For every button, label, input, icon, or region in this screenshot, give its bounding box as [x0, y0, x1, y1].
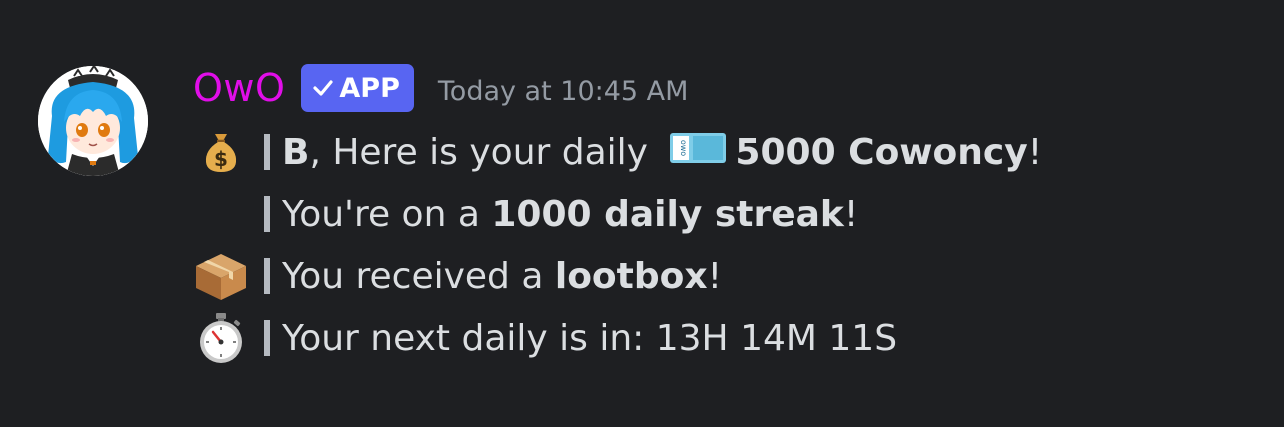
timestamp[interactable]: Today at 10:45 AM [438, 70, 689, 107]
quote-bar [264, 320, 270, 356]
anime-maid-avatar-icon [38, 66, 148, 176]
user-name: B [282, 131, 310, 173]
app-badge-label: APP [339, 72, 400, 104]
line-text: You're on a [282, 193, 492, 235]
streak-count: 1000 daily streak [491, 193, 844, 235]
check-icon [313, 73, 334, 104]
app-badge: APP [301, 64, 414, 112]
quote-bar [264, 258, 270, 294]
stopwatch-icon [188, 307, 254, 369]
svg-text:owo: owo [679, 139, 688, 155]
line-text: , Here is your daily [309, 131, 660, 173]
cowoncy-amount: 5000 Cowoncy [735, 131, 1028, 173]
svg-text:$: $ [214, 147, 228, 171]
username[interactable]: OwO [193, 66, 285, 110]
package-icon [188, 245, 254, 307]
cowoncy-icon: owo [669, 131, 727, 174]
message-line-4: Your next daily is in: 13H 14M 11S [188, 307, 897, 369]
message-line-3: You received a lootbox ! [188, 245, 722, 307]
money-bag-icon: $ [188, 121, 254, 183]
line-text: You received a [282, 255, 555, 297]
line-text-end: ! [707, 255, 723, 297]
quote-bar [264, 196, 270, 232]
empty-emoji-slot [188, 183, 254, 245]
message-header: OwO APP Today at 10:45 AM [193, 60, 688, 116]
line-text-end: ! [1027, 131, 1043, 173]
message-line-2: You're on a 1000 daily streak ! [188, 183, 858, 245]
message-line-1: $ B , Here is your daily owo 5000 Cowonc… [188, 121, 1042, 183]
quote-bar [264, 134, 270, 170]
lootbox-label: lootbox [554, 255, 708, 297]
next-daily-text: Your next daily is in: 13H 14M 11S [282, 317, 898, 359]
line-text-end: ! [843, 193, 859, 235]
chat-message: OwO APP Today at 10:45 AM $ B , Here is … [0, 0, 1284, 427]
avatar[interactable] [38, 66, 148, 176]
